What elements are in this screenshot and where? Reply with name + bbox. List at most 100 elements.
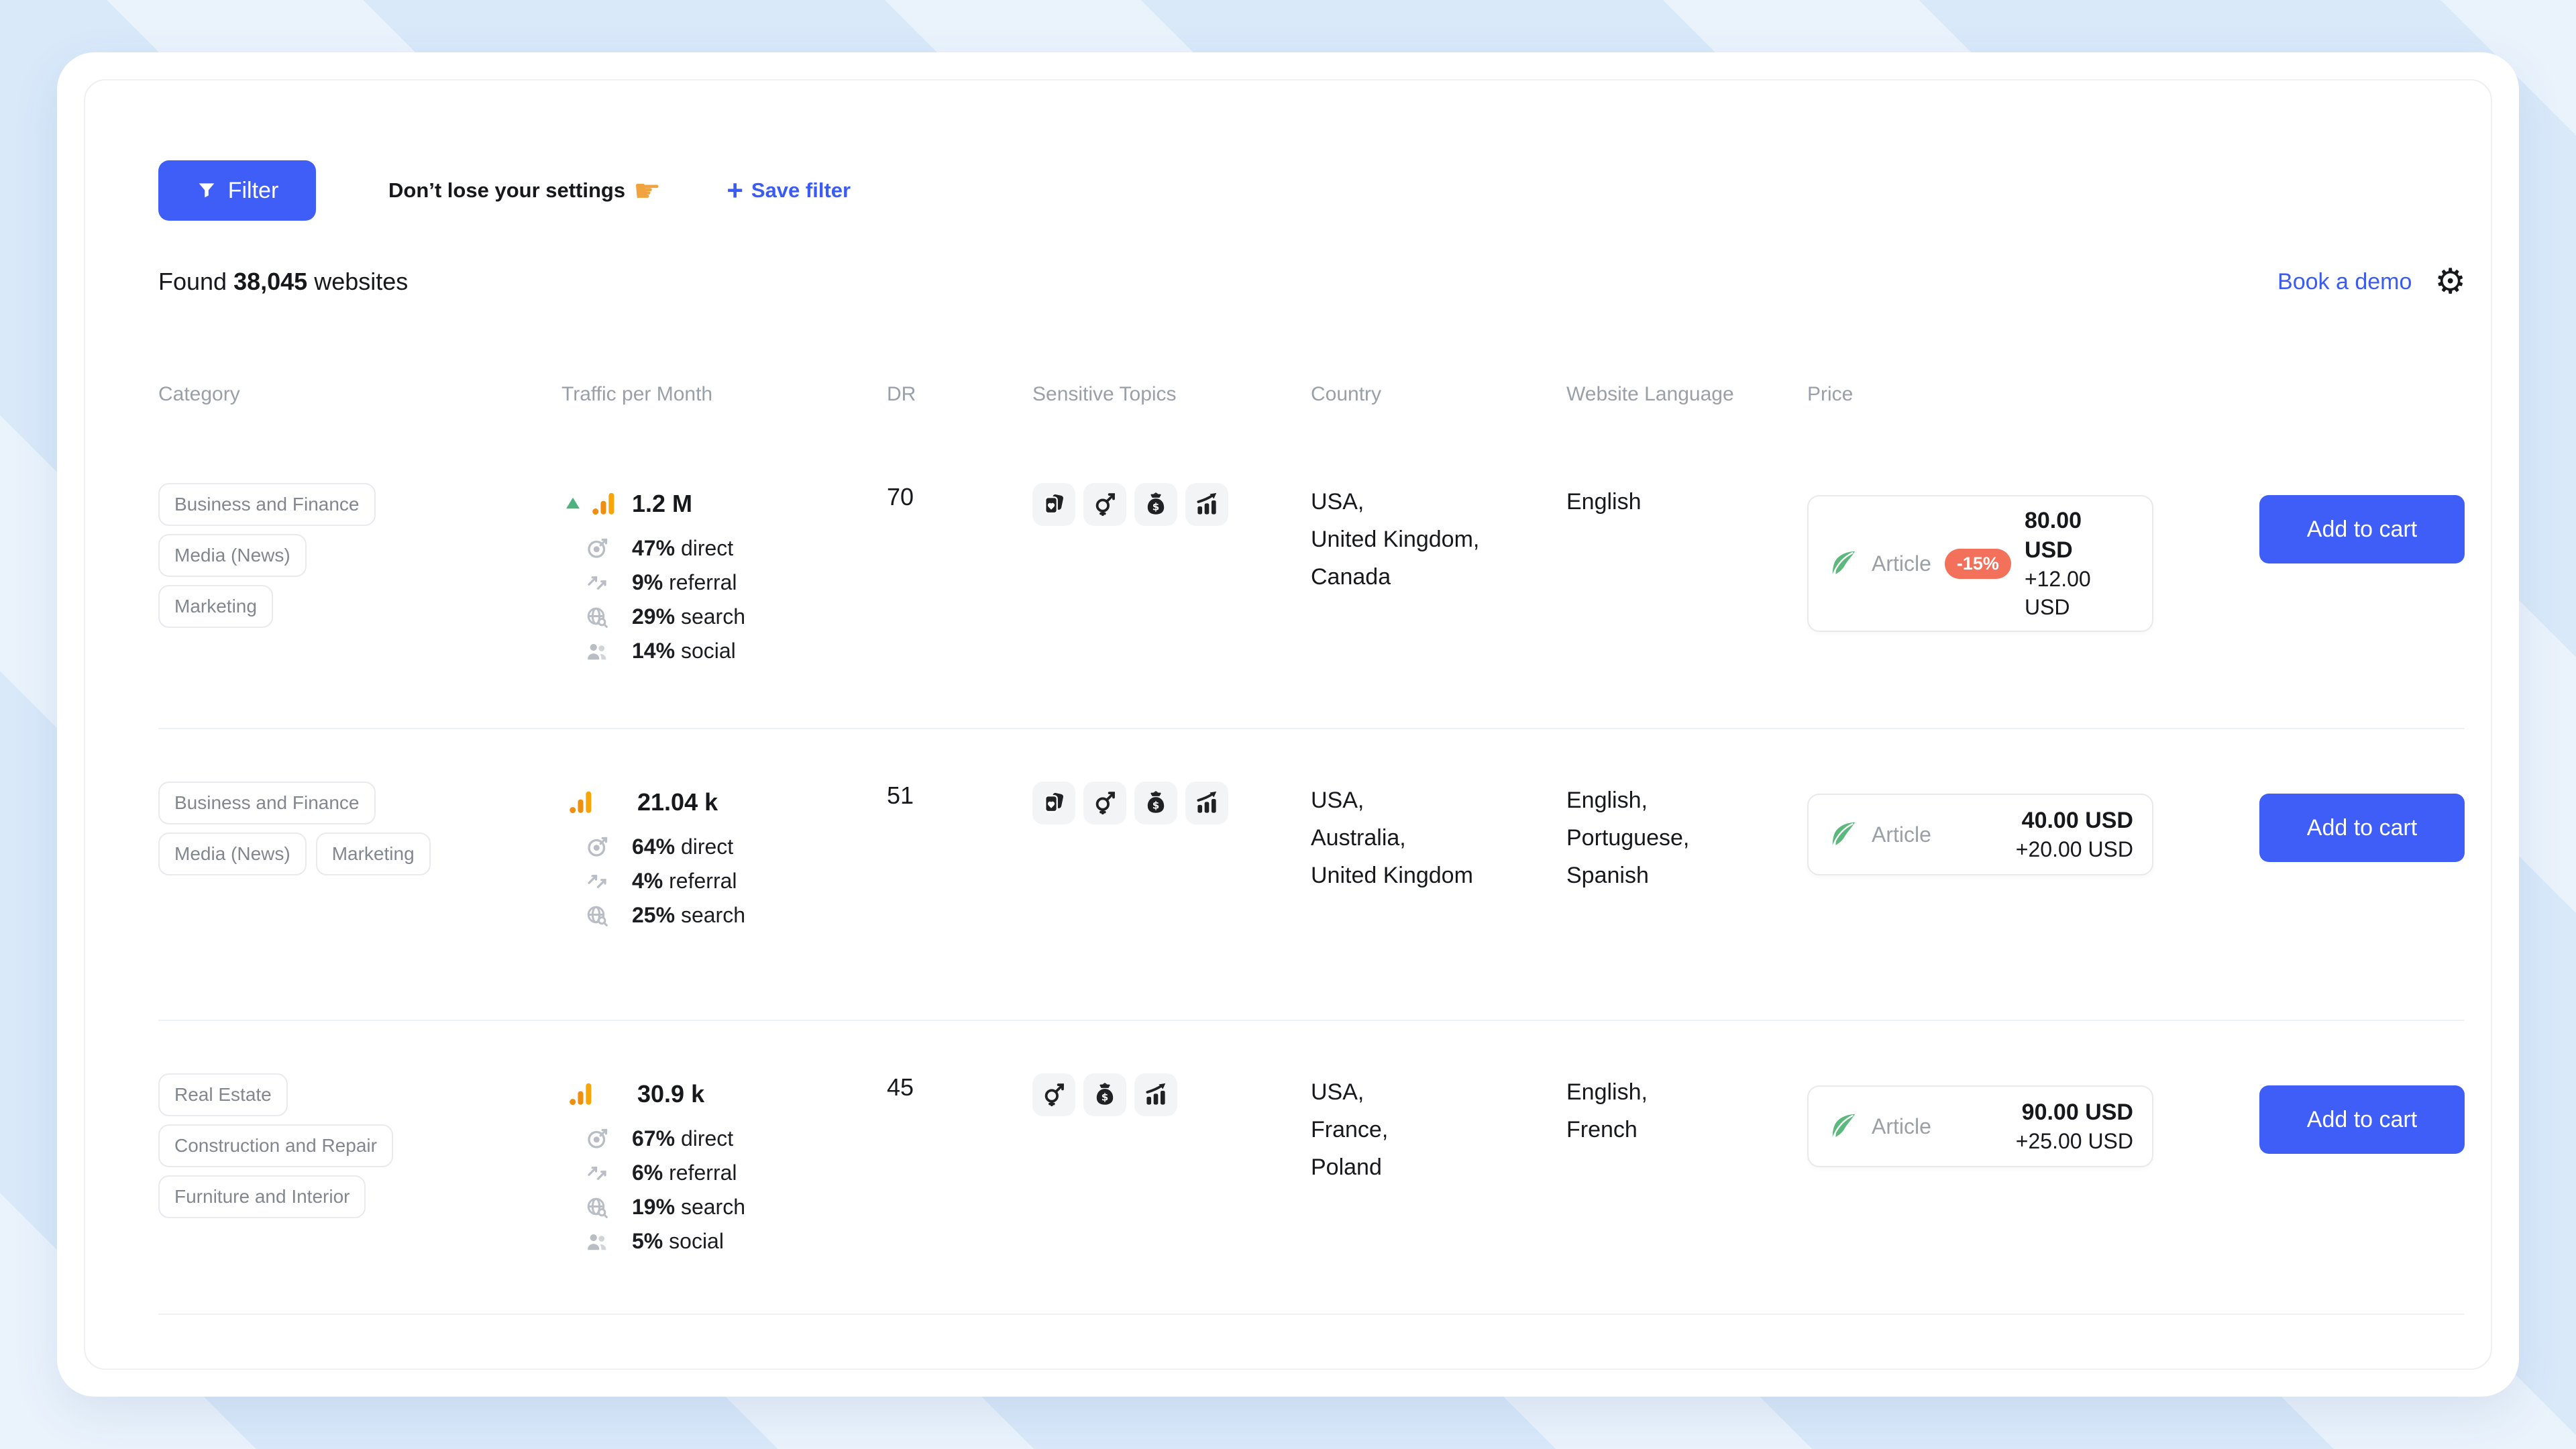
- price-amounts: 90.00 USD +25.00 USD: [2016, 1097, 2133, 1155]
- table-row: Business and FinanceMedia (News)Marketin…: [158, 431, 2465, 729]
- referral-arrows-icon: [585, 869, 609, 894]
- traffic-breakdown-line: 47% direct: [561, 531, 887, 566]
- playing-cards-icon: [1041, 790, 1067, 816]
- category-tag: Media (News): [158, 534, 307, 577]
- traffic-icons: [561, 490, 632, 518]
- country-line: USA,: [1311, 483, 1566, 521]
- country-line: United Kingdom,: [1311, 521, 1566, 558]
- page-background: Filter Don’t lose your settings ☛ + Save…: [0, 0, 2576, 1449]
- sensitive-topics-cell: $: [1032, 431, 1311, 728]
- analytics-bars-icon: [567, 1080, 595, 1108]
- traffic-social-value: 5% social: [632, 1229, 724, 1254]
- column-header-dr: DR: [887, 383, 1032, 406]
- category-cell: Business and Finance Media (News)Marketin…: [158, 729, 561, 1020]
- column-header-category: Category: [158, 383, 561, 406]
- dr-value: 70: [887, 431, 1032, 728]
- country-line: USA,: [1311, 1073, 1566, 1111]
- sensitive-topic-gender: [1083, 782, 1126, 824]
- filter-button[interactable]: Filter: [158, 160, 316, 221]
- target-arrow-icon: [585, 1127, 609, 1151]
- traffic-breakdown-line: 14% social: [561, 634, 887, 668]
- country-cell: USA,France,Poland: [1311, 1021, 1566, 1313]
- language-cell: English: [1566, 431, 1807, 728]
- traffic-breakdown-line: 19% search: [561, 1190, 887, 1224]
- traffic-referral-value: 4% referral: [632, 869, 737, 894]
- language-cell: English,Portuguese,Spanish: [1566, 729, 1807, 1020]
- country-line: France,: [1311, 1111, 1566, 1148]
- traffic-breakdown-line: 6% referral: [561, 1156, 887, 1190]
- traffic-cell: 1.2 M 47% direct 9% referral 29% search 14%…: [561, 431, 887, 728]
- referral-arrows-icon: [585, 1161, 609, 1185]
- sensitive-topic-playing-cards: [1032, 782, 1075, 824]
- column-header-language: Website Language: [1566, 383, 1807, 406]
- people-icon: [585, 1230, 609, 1254]
- sensitive-topics-cell: $: [1032, 1021, 1311, 1313]
- price-type-label: Article: [1872, 551, 1931, 576]
- money-bag-icon: $: [1092, 1082, 1118, 1108]
- country-cell: USA,Australia,United Kingdom: [1311, 729, 1566, 1020]
- sensitive-topics-cell: $: [1032, 729, 1311, 1020]
- traffic-breakdown-line: 64% direct: [561, 830, 887, 864]
- category-tag: Construction and Repair: [158, 1124, 393, 1167]
- add-to-cart-button[interactable]: Add to cart: [2259, 1085, 2465, 1154]
- traffic-referral-value: 9% referral: [632, 570, 737, 595]
- found-prefix: Found: [158, 268, 227, 295]
- price-option[interactable]: Article -15% 80.00 USD +12.00 USD: [1807, 495, 2153, 632]
- discount-badge: -15%: [1945, 549, 2011, 579]
- traffic-breakdown-line: 29% search: [561, 600, 887, 634]
- traffic-total-line: 1.2 M: [561, 483, 887, 525]
- traffic-total-line: 21.04 k: [561, 782, 887, 823]
- price-option[interactable]: Article 90.00 USD +25.00 USD: [1807, 1085, 2153, 1167]
- chart-growth-icon: [1194, 790, 1220, 816]
- language-line: French: [1566, 1111, 1807, 1148]
- column-header-sensitive-topics: Sensitive Topics: [1032, 383, 1311, 406]
- category-tag-line: Construction and Repair: [158, 1124, 561, 1167]
- sensitive-topic-gender: [1083, 483, 1126, 526]
- price-option[interactable]: Article 40.00 USD +20.00 USD: [1807, 794, 2153, 875]
- sensitive-topic-playing-cards: [1032, 483, 1075, 526]
- price-extra: +12.00 USD: [2025, 565, 2133, 621]
- traffic-breakdown-line: 5% social: [561, 1224, 887, 1258]
- category-tag: Marketing: [316, 833, 431, 875]
- add-to-cart-button[interactable]: Add to cart: [2259, 794, 2465, 862]
- traffic-breakdown-line: 9% referral: [561, 566, 887, 600]
- category-tag: Real Estate: [158, 1073, 288, 1116]
- price-amount: 40.00 USD: [2022, 806, 2133, 835]
- quill-icon: [1827, 548, 1858, 579]
- category-tag-line: Business and Finance: [158, 483, 561, 526]
- gender-icon: [1092, 790, 1118, 816]
- price-extra: +25.00 USD: [2016, 1127, 2133, 1155]
- traffic-cell: 30.9 k 67% direct 6% referral19% search 5%…: [561, 1021, 887, 1313]
- category-tag: Business and Finance: [158, 483, 376, 526]
- country-cell: USA,United Kingdom,Canada: [1311, 431, 1566, 728]
- price-cell: Article 40.00 USD +20.00 USD: [1807, 729, 2259, 1020]
- traffic-icons: [561, 1080, 637, 1108]
- traffic-direct-value: 67% direct: [632, 1126, 733, 1151]
- save-filter-button[interactable]: + Save filter: [722, 176, 855, 205]
- dr-value: 51: [887, 729, 1032, 1020]
- traffic-social-value: 14% social: [632, 639, 736, 663]
- sensitive-topic-chart-growth: [1185, 782, 1228, 824]
- money-bag-icon: $: [1143, 492, 1169, 517]
- plus-icon: +: [727, 176, 743, 205]
- add-to-cart-button[interactable]: Add to cart: [2259, 495, 2465, 564]
- category-tag-line: Business and Finance: [158, 782, 561, 824]
- sensitive-topic-gender: [1032, 1073, 1075, 1116]
- category-tag: Business and Finance: [158, 782, 376, 824]
- sensitive-topic-money-bag: $: [1083, 1073, 1126, 1116]
- category-tag: Media (News): [158, 833, 307, 875]
- traffic-total-line: 30.9 k: [561, 1073, 887, 1115]
- traffic-breakdown: 47% direct 9% referral 29% search 14% socia…: [561, 531, 887, 668]
- demo-settings-group: Book a demo ⚙: [2273, 264, 2466, 299]
- globe-search-icon: [585, 605, 609, 629]
- gear-icon[interactable]: ⚙: [2434, 264, 2466, 299]
- book-demo-link[interactable]: Book a demo: [2273, 268, 2416, 296]
- price-amounts: 80.00 USD +12.00 USD: [2025, 506, 2133, 621]
- category-tag-line: Real Estate: [158, 1073, 561, 1116]
- money-bag-icon: $: [1143, 790, 1169, 816]
- column-header-price: Price: [1807, 383, 2259, 406]
- action-cell: Add to cart: [2259, 729, 2465, 1020]
- column-header-traffic: Traffic per Month: [561, 383, 887, 406]
- price-amounts: 40.00 USD +20.00 USD: [2016, 806, 2133, 863]
- gender-icon: [1041, 1082, 1067, 1108]
